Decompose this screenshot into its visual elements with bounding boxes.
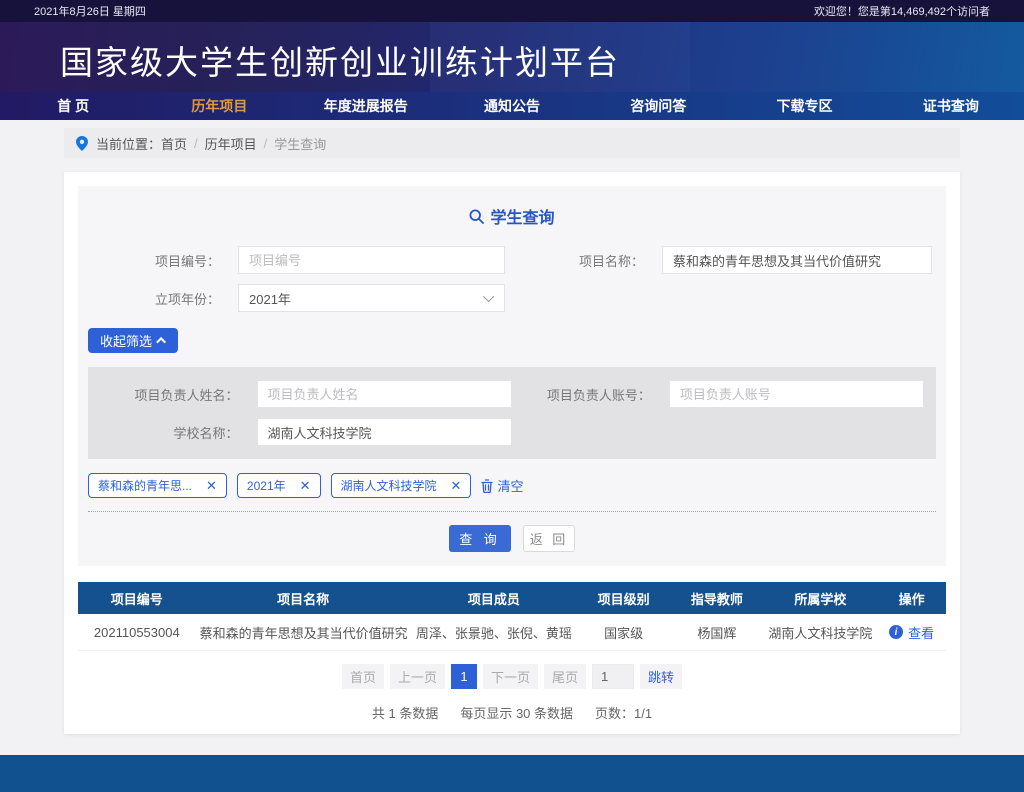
year-select[interactable]: 2021年 — [238, 284, 505, 312]
back-button[interactable]: 返 回 — [523, 525, 575, 552]
clear-filters-button[interactable]: 清空 — [481, 476, 523, 495]
leader-account-input[interactable] — [669, 380, 924, 408]
project-code-input[interactable] — [238, 246, 505, 274]
visitor-counter: 欢迎您！您是第14,469,492个访问者 — [814, 3, 990, 19]
table-header-row: 项目编号 项目名称 项目成员 项目级别 指导教师 所属学校 操作 — [78, 582, 946, 614]
nav-item-qa[interactable]: 咨询问答 — [585, 92, 731, 120]
remove-tag-icon[interactable]: ✕ — [300, 479, 311, 492]
site-title: 国家级大学生创新创业训练计划平台 — [60, 36, 620, 84]
chevron-up-icon — [156, 337, 166, 347]
collapse-filter-button[interactable]: 收起筛选 — [88, 328, 178, 353]
col-header-teacher: 指导教师 — [670, 589, 763, 608]
project-code-label: 项目编号： — [88, 251, 238, 270]
first-page-button[interactable]: 首页 — [342, 664, 384, 689]
breadcrumb-current: 学生查询 — [274, 134, 326, 153]
jump-page-input[interactable] — [592, 664, 634, 689]
filter-tag-year: 2021年 ✕ — [237, 473, 321, 498]
top-bar: 2021年8月26日 星期四 欢迎您！您是第14,469,492个访问者 — [0, 0, 1024, 22]
main-nav: 首 页 历年项目 年度进展报告 通知公告 咨询问答 下载专区 证书查询 — [0, 92, 1024, 120]
filter-tag-project-name: 蔡和森的青年思... ✕ — [88, 473, 227, 498]
breadcrumb-prefix: 当前位置： — [96, 134, 161, 153]
info-icon: i — [889, 625, 903, 639]
cell-action: i 查看 — [877, 623, 946, 642]
breadcrumb: 当前位置： 首页 / 历年项目 / 学生查询 — [64, 128, 960, 158]
nav-item-downloads[interactable]: 下载专区 — [731, 92, 877, 120]
filter-tags-row: 蔡和森的青年思... ✕ 2021年 ✕ 湖南人文科技学院 ✕ 清空 — [88, 473, 936, 498]
breadcrumb-past-projects[interactable]: 历年项目 — [205, 134, 257, 153]
cell-project-name: 蔡和森的青年思想及其当代价值研究 — [196, 623, 411, 642]
col-header-members: 项目成员 — [411, 589, 577, 608]
search-panel: 学生查询 项目编号： 项目名称： 立项年份： 2021年 — [78, 186, 946, 566]
school-name-input[interactable] — [257, 418, 512, 446]
col-header-school: 所属学校 — [764, 589, 878, 608]
breadcrumb-separator: / — [264, 136, 268, 151]
action-buttons: 查 询 返 回 — [88, 525, 936, 552]
total-count: 共 1 条数据 — [372, 703, 438, 722]
page-number-button[interactable]: 1 — [451, 664, 477, 689]
pagination: 首页 上一页 1 下一页 尾页 跳转 — [78, 664, 946, 689]
remove-tag-icon[interactable]: ✕ — [206, 479, 217, 492]
query-button[interactable]: 查 询 — [449, 525, 511, 552]
col-header-level: 项目级别 — [577, 589, 670, 608]
cell-level: 国家级 — [577, 623, 670, 642]
nav-item-certificates[interactable]: 证书查询 — [878, 92, 1024, 120]
per-page-count: 每页显示 30 条数据 — [460, 703, 573, 722]
prev-page-button[interactable]: 上一页 — [390, 664, 445, 689]
date-text: 2021年8月26日 星期四 — [34, 3, 146, 19]
search-icon — [469, 209, 484, 224]
advanced-filter-box: 项目负责人姓名： 项目负责人账号： 学校名称： — [88, 367, 936, 459]
year-select-value: 2021年 — [249, 289, 291, 308]
location-pin-icon — [76, 136, 88, 151]
cell-members: 周泽、张景驰、张倪、黄瑶 — [411, 623, 577, 642]
jump-button[interactable]: 跳转 — [640, 664, 682, 689]
page-count: 页数：1/1 — [595, 703, 652, 722]
content-area: 当前位置： 首页 / 历年项目 / 学生查询 学生查询 项目编号： — [0, 120, 1024, 755]
year-label: 立项年份： — [88, 289, 238, 308]
trash-icon — [481, 479, 493, 493]
school-name-label: 学校名称： — [100, 423, 257, 442]
banner-decor — [690, 22, 870, 92]
header-banner: 国家级大学生创新创业训练计划平台 — [0, 22, 1024, 92]
col-header-name: 项目名称 — [196, 589, 411, 608]
project-name-label: 项目名称： — [512, 251, 662, 270]
col-header-action: 操作 — [877, 589, 946, 608]
cell-project-code: 202110553004 — [78, 625, 196, 640]
leader-name-label: 项目负责人姓名： — [100, 385, 257, 404]
chevron-down-icon — [483, 291, 494, 302]
next-page-button[interactable]: 下一页 — [483, 664, 538, 689]
breadcrumb-home[interactable]: 首页 — [161, 134, 187, 153]
cell-school: 湖南人文科技学院 — [764, 623, 878, 642]
view-link[interactable]: i 查看 — [889, 623, 934, 642]
result-stats: 共 1 条数据 每页显示 30 条数据 页数：1/1 — [78, 703, 946, 722]
results-table: 项目编号 项目名称 项目成员 项目级别 指导教师 所属学校 操作 2021105… — [78, 582, 946, 651]
last-page-button[interactable]: 尾页 — [544, 664, 586, 689]
cell-teacher: 杨国辉 — [670, 623, 763, 642]
page: 2021年8月26日 星期四 欢迎您！您是第14,469,492个访问者 国家级… — [0, 0, 1024, 792]
table-row: 202110553004 蔡和森的青年思想及其当代价值研究 周泽、张景驰、张倪、… — [78, 614, 946, 651]
col-header-code: 项目编号 — [78, 589, 196, 608]
project-name-input[interactable] — [662, 246, 932, 274]
footer-bar — [0, 755, 1024, 792]
leader-name-input[interactable] — [257, 380, 512, 408]
leader-account-label: 项目负责人账号： — [512, 385, 669, 404]
nav-item-past-projects[interactable]: 历年项目 — [146, 92, 292, 120]
search-title: 学生查询 — [88, 204, 936, 228]
remove-tag-icon[interactable]: ✕ — [451, 479, 462, 492]
nav-item-annual-report[interactable]: 年度进展报告 — [293, 92, 439, 120]
filter-tag-school: 湖南人文科技学院 ✕ — [331, 473, 472, 498]
dotted-divider — [88, 511, 936, 512]
nav-item-announcements[interactable]: 通知公告 — [439, 92, 585, 120]
breadcrumb-separator: / — [194, 136, 198, 151]
nav-item-home[interactable]: 首 页 — [0, 92, 146, 120]
search-form-top: 项目编号： 项目名称： 立项年份： 2021年 — [88, 246, 936, 322]
main-card: 学生查询 项目编号： 项目名称： 立项年份： 2021年 — [64, 172, 960, 734]
